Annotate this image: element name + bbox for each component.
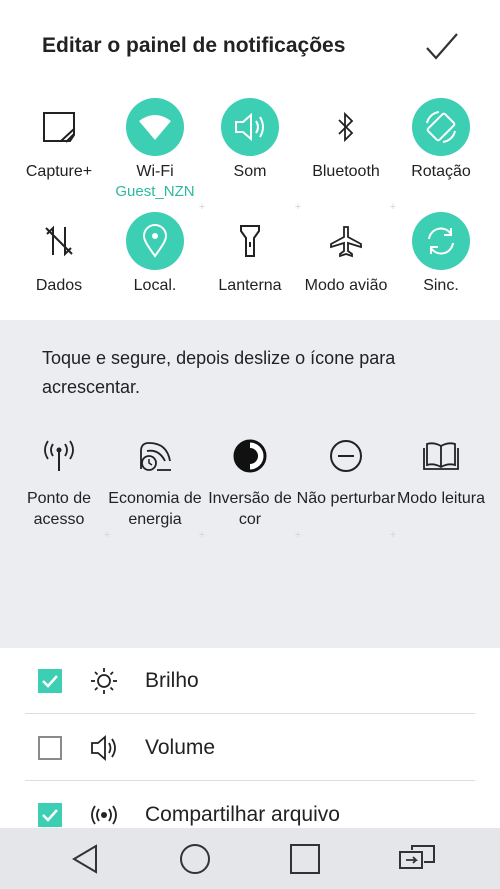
grid-marker: + <box>294 529 302 541</box>
tile-label: Não perturbar <box>296 490 396 507</box>
tile-label: Dados <box>35 277 83 294</box>
flashlight-icon <box>221 212 279 270</box>
grid-marker: + <box>198 529 206 541</box>
tile-label: Local. <box>133 277 177 294</box>
setting-row-volume[interactable]: Volume <box>25 715 475 781</box>
setting-label: Compartilhar arquivo <box>145 803 340 826</box>
tile-rotation[interactable]: Rotação <box>391 92 491 206</box>
tile-label: Sinc. <box>423 277 459 294</box>
home-icon[interactable] <box>178 842 212 876</box>
setting-row-brightness[interactable]: Brilho <box>25 648 475 714</box>
tile-label: Ponto de acesso <box>26 490 92 528</box>
bluetooth-icon <box>317 98 375 156</box>
location-icon <box>126 212 184 270</box>
settings-list: Brilho Volume Compartilhar arquivo <box>0 648 500 828</box>
page-title: Editar o painel de notificações <box>42 34 346 57</box>
tile-sublabel: Guest_NZN <box>115 183 195 200</box>
instruction-text: Toque e segure, depois deslize o ícone p… <box>42 348 396 397</box>
tile-capture-plus[interactable]: Capture+ <box>9 92 109 206</box>
data-icon <box>30 212 88 270</box>
tile-do-not-disturb[interactable]: Não perturbar <box>297 436 395 546</box>
check-icon[interactable] <box>424 30 460 64</box>
tile-data[interactable]: Dados <box>9 206 109 320</box>
grid-marker: + <box>198 201 206 213</box>
brightness-checkbox[interactable] <box>38 669 62 693</box>
color-inversion-icon <box>230 436 270 476</box>
wifi-icon <box>126 98 184 156</box>
brightness-icon <box>91 668 117 694</box>
tile-power-saving[interactable]: Economia de energia <box>107 436 203 546</box>
tile-wifi[interactable]: Wi-Fi Guest_NZN <box>105 92 205 206</box>
power-saving-icon <box>135 436 175 476</box>
sound-icon <box>221 98 279 156</box>
tile-label: Wi-Fi <box>136 163 174 180</box>
volume-checkbox[interactable] <box>38 736 62 760</box>
tile-label: Inversão de cor <box>208 490 292 528</box>
tile-label: Bluetooth <box>312 163 380 180</box>
setting-label: Volume <box>145 736 216 759</box>
tile-label: Economia de energia <box>108 490 202 528</box>
file-share-icon <box>91 805 117 825</box>
airplane-icon <box>317 212 375 270</box>
rotation-icon <box>412 98 470 156</box>
volume-icon <box>91 735 116 761</box>
tile-sync[interactable]: Sinc. <box>391 206 491 320</box>
tile-airplane[interactable]: Modo avião <box>296 206 396 320</box>
available-tiles-area: Toque e segure, depois deslize o ícone p… <box>0 320 500 648</box>
tile-label: Rotação <box>411 163 471 180</box>
setting-label: Brilho <box>145 669 199 692</box>
tile-hotspot[interactable]: Ponto de acesso <box>11 436 107 546</box>
tile-location[interactable]: Local. <box>105 206 205 320</box>
tile-reading-mode[interactable]: Modo leitura <box>393 436 489 546</box>
tile-label: Capture+ <box>25 163 93 180</box>
sync-icon <box>412 212 470 270</box>
back-icon[interactable] <box>68 842 102 876</box>
grid-marker: + <box>389 201 397 213</box>
tile-sound[interactable]: Som <box>200 92 300 206</box>
dual-window-icon[interactable] <box>398 842 436 876</box>
active-tiles-area: Capture+ Wi-Fi Guest_NZN Som Bluetooth R… <box>0 92 500 320</box>
capture-plus-icon <box>30 98 88 156</box>
reading-mode-icon <box>421 436 461 476</box>
tile-label: Som <box>233 163 267 180</box>
tile-label: Lanterna <box>218 277 282 294</box>
tile-label: Modo leitura <box>396 490 486 507</box>
hotspot-icon <box>39 436 79 476</box>
tile-color-inversion[interactable]: Inversão de cor <box>202 436 298 546</box>
grid-marker: + <box>389 529 397 541</box>
header: Editar o painel de notificações <box>0 0 500 90</box>
do-not-disturb-icon <box>326 436 366 476</box>
tile-flashlight[interactable]: Lanterna <box>200 206 300 320</box>
recents-icon[interactable] <box>288 842 322 876</box>
grid-marker: + <box>103 529 111 541</box>
navigation-bar <box>0 828 500 889</box>
grid-marker: + <box>294 201 302 213</box>
tile-label: Modo avião <box>304 277 388 294</box>
file-share-checkbox[interactable] <box>38 803 62 827</box>
tile-bluetooth[interactable]: Bluetooth <box>296 92 396 206</box>
